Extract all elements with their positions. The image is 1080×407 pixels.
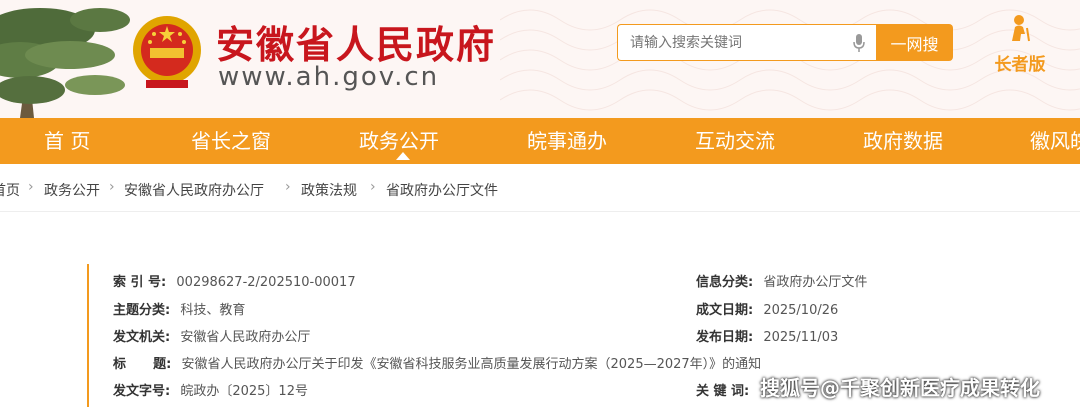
main-nav: 首 页 省长之窗 政务公开 皖事通办 互动交流 政府数据 徽风皖 — [0, 118, 1080, 164]
national-emblem-logo — [133, 16, 201, 88]
nav-wan-services[interactable]: 皖事通办 — [527, 118, 607, 164]
meta-index-row: 索 引 号: 00298627-2/202510-00017 — [113, 271, 356, 290]
meta-info-category-row: 信息分类: 省政府办公厅文件 — [696, 271, 867, 290]
meta-created-row: 成文日期: 2025/10/26 — [696, 299, 838, 318]
elder-person-icon — [1012, 15, 1030, 42]
breadcrumb-separator-icon: › — [109, 179, 115, 195]
nav-interaction[interactable]: 互动交流 — [695, 118, 775, 164]
search-box — [617, 24, 877, 61]
meta-index-value: 00298627-2/202510-00017 — [176, 275, 356, 290]
breadcrumb-separator-icon: › — [28, 179, 34, 195]
breadcrumb: 首页 › 政务公开 › 安徽省人民政府办公厅 › 政策法规 › 省政府办公厅文件 — [0, 164, 1080, 212]
meta-index-label: 索 引 号: — [113, 275, 167, 290]
breadcrumb-separator-icon: › — [370, 179, 376, 195]
meta-docno-value: 皖政办〔2025〕12号 — [180, 384, 308, 399]
meta-topic-label: 主题分类: — [113, 303, 171, 318]
meta-issuer-label: 发文机关: — [113, 330, 171, 345]
meta-keywords-label: 关 键 词: — [696, 384, 750, 399]
meta-topic-row: 主题分类: 科技、教育 — [113, 299, 245, 318]
meta-topic-value: 科技、教育 — [180, 303, 246, 318]
meta-title-value: 安徽省人民政府办公厅关于印发《安徽省科技服务业高质量发展行动方案（2025—20… — [181, 357, 762, 372]
meta-issuer-value: 安徽省人民政府办公厅 — [180, 330, 311, 345]
pine-tree-image — [0, 0, 140, 118]
nav-huifeng[interactable]: 徽风皖 — [1030, 118, 1080, 164]
meta-docno-label: 发文字号: — [113, 384, 171, 399]
meta-info-category-value: 省政府办公厅文件 — [763, 275, 868, 290]
breadcrumb-general-office[interactable]: 安徽省人民政府办公厅 — [124, 180, 264, 200]
breadcrumb-policies[interactable]: 政策法规 — [301, 180, 357, 200]
search-button[interactable]: 一网搜 — [876, 24, 953, 61]
site-title[interactable]: 安徽省人民政府 — [216, 14, 496, 69]
nav-governor-window[interactable]: 省长之窗 — [191, 118, 271, 164]
breadcrumb-government-affairs[interactable]: 政务公开 — [44, 180, 100, 200]
meta-issuer-row: 发文机关: 安徽省人民政府办公厅 — [113, 326, 310, 345]
meta-title-row: 标 题: 安徽省人民政府办公厅关于印发《安徽省科技服务业高质量发展行动方案（20… — [113, 353, 761, 372]
breadcrumb-home[interactable]: 首页 — [0, 180, 20, 200]
elder-mode-button[interactable]: 长者版 — [988, 14, 1052, 75]
search-input[interactable] — [618, 25, 843, 60]
meta-created-value: 2025/10/26 — [763, 303, 839, 318]
breadcrumb-separator-icon: › — [285, 179, 291, 195]
site-header: 安徽省人民政府 www.ah.gov.cn 一网搜 长者版 — [0, 0, 1080, 118]
site-url: www.ah.gov.cn — [218, 62, 440, 92]
meta-created-label: 成文日期: — [696, 303, 754, 318]
microphone-icon[interactable] — [852, 33, 866, 53]
nav-home[interactable]: 首 页 — [44, 118, 90, 164]
elder-mode-label: 长者版 — [994, 55, 1046, 75]
meta-published-label: 发布日期: — [696, 330, 754, 345]
meta-docno-row: 发文字号: 皖政办〔2025〕12号 — [113, 380, 308, 399]
meta-published-row: 发布日期: 2025/11/03 — [696, 326, 838, 345]
meta-title-label: 标 题: — [113, 357, 172, 372]
breadcrumb-office-documents[interactable]: 省政府办公厅文件 — [386, 180, 498, 200]
nav-government-data[interactable]: 政府数据 — [863, 118, 943, 164]
active-nav-indicator — [396, 152, 410, 160]
meta-published-value: 2025/11/03 — [763, 330, 839, 345]
meta-info-category-label: 信息分类: — [696, 275, 754, 290]
meta-keywords-row: 关 键 词: — [696, 380, 749, 399]
watermark-text: 搜狐号@千聚创新医疗成果转化 — [760, 376, 1040, 400]
